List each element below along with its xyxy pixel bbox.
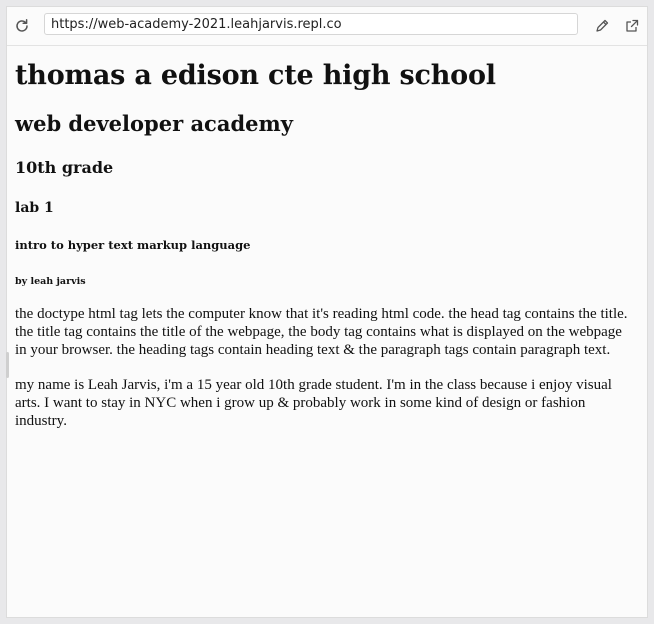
page-heading-3: 10th grade [15,158,114,177]
open-external-icon[interactable] [621,15,643,37]
resize-handle[interactable] [6,352,9,378]
page-heading-2: web developer academy [15,111,293,136]
edit-icon[interactable] [591,15,613,37]
page-content: thomas a edison cte high school web deve… [15,47,639,430]
url-input[interactable] [44,13,578,35]
reload-icon[interactable] [11,15,33,37]
page-heading-4: lab 1 [15,200,54,216]
paragraph-html-intro: the doctype html tag lets the computer k… [15,306,628,358]
page-heading-6: by leah jarvis [15,276,86,287]
url-toolbar [7,7,647,46]
browser-frame: thomas a edison cte high school web deve… [6,6,648,618]
page-heading-5: intro to hyper text markup language [15,238,251,252]
page-heading-1: thomas a edison cte high school [15,60,496,91]
paragraph-about-me: my name is Leah Jarvis, i'm a 15 year ol… [15,377,612,429]
